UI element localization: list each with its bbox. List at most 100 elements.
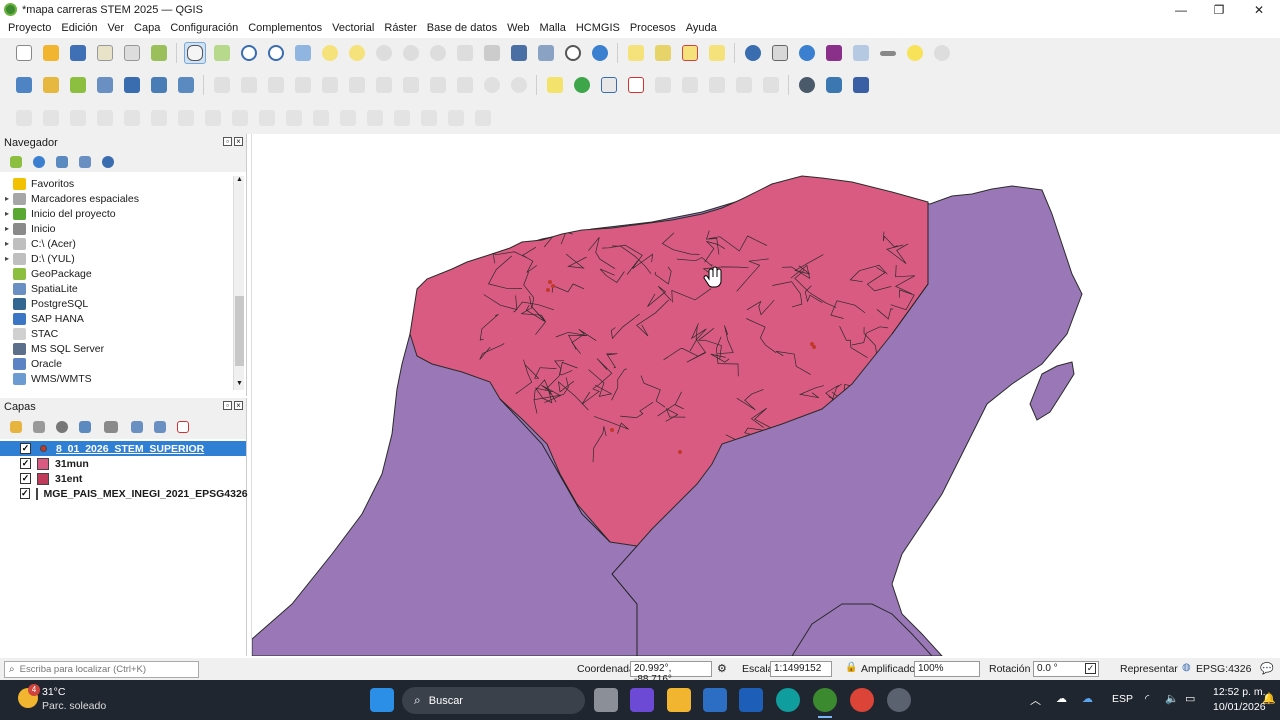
lock-scale-icon[interactable]: 🔒 bbox=[845, 662, 857, 673]
reshape-features-icon[interactable] bbox=[256, 107, 278, 129]
toggle-editing-icon[interactable] bbox=[211, 74, 233, 96]
battery-icon[interactable]: ▭ bbox=[1185, 692, 1195, 705]
magnifier-field[interactable]: 100% bbox=[914, 661, 980, 677]
label-abc-icon[interactable] bbox=[544, 74, 566, 96]
new-3d-map-icon[interactable] bbox=[481, 42, 503, 64]
plugin-globe-icon[interactable] bbox=[796, 74, 818, 96]
refresh-icon[interactable] bbox=[589, 42, 611, 64]
digitize-line-icon[interactable] bbox=[292, 74, 314, 96]
open-project-icon[interactable] bbox=[40, 42, 62, 64]
coordinate-field[interactable]: 20.992°, -88.716° bbox=[630, 661, 712, 685]
navigator-item[interactable]: WMS/WMTS bbox=[1, 371, 233, 386]
rotate-label-icon[interactable] bbox=[706, 74, 728, 96]
add-ring-icon[interactable] bbox=[121, 107, 143, 129]
float-panel-icon[interactable]: ▫ bbox=[223, 137, 232, 146]
windows-start-icon[interactable] bbox=[370, 688, 394, 712]
menu-malla[interactable]: Malla bbox=[540, 22, 566, 34]
style-manager-icon[interactable] bbox=[148, 42, 170, 64]
refresh-navigator-icon[interactable] bbox=[30, 151, 48, 173]
show-hidden-icons-icon[interactable]: ︿ bbox=[1030, 692, 1041, 708]
menu-raster[interactable]: Ráster bbox=[384, 22, 416, 34]
scroll-up-icon[interactable]: ▲ bbox=[235, 176, 244, 186]
move-label-icon[interactable] bbox=[679, 74, 701, 96]
onedrive-icon[interactable]: ☁ bbox=[1056, 692, 1067, 705]
outlook-icon[interactable] bbox=[739, 688, 763, 712]
zoom-next-icon[interactable] bbox=[427, 42, 449, 64]
processing-toolbox-icon[interactable] bbox=[796, 42, 818, 64]
layer-item[interactable]: ✓ 31mun bbox=[0, 456, 246, 471]
menu-edicion[interactable]: Edición bbox=[61, 22, 97, 34]
expand-arrow-icon[interactable]: ▸ bbox=[1, 209, 13, 218]
menu-complementos[interactable]: Complementos bbox=[248, 22, 322, 34]
data-source-manager-icon[interactable] bbox=[13, 74, 35, 96]
merge-features-icon[interactable] bbox=[364, 107, 386, 129]
delete-ring-icon[interactable] bbox=[202, 107, 224, 129]
change-label-icon[interactable] bbox=[733, 74, 755, 96]
split-parts-icon[interactable] bbox=[337, 107, 359, 129]
filter-legend-expression-icon[interactable] bbox=[99, 416, 123, 438]
weather-temp[interactable]: 31°C bbox=[42, 686, 65, 698]
navigator-item[interactable]: ▸ Marcadores espaciales bbox=[1, 191, 233, 206]
layer-item[interactable]: ✓ MGE_PAIS_MEX_INEGI_2021_EPSG4326 bbox=[0, 486, 248, 501]
offset-curve-icon[interactable] bbox=[283, 107, 305, 129]
field-calculator-icon[interactable] bbox=[850, 42, 872, 64]
navigator-item[interactable]: SpatiaLite bbox=[1, 281, 233, 296]
zoom-full-icon[interactable] bbox=[292, 42, 314, 64]
merge-attributes-icon[interactable] bbox=[391, 107, 413, 129]
menu-vectorial[interactable]: Vectorial bbox=[332, 22, 374, 34]
new-print-layout-icon[interactable] bbox=[94, 42, 116, 64]
settings-gear-icon[interactable] bbox=[887, 688, 911, 712]
pan-to-selection-icon[interactable] bbox=[211, 42, 233, 64]
advanced-digitize-icon[interactable] bbox=[13, 107, 35, 129]
help-icon[interactable] bbox=[850, 74, 872, 96]
filter-legend-icon[interactable] bbox=[76, 416, 94, 438]
chrome-icon[interactable] bbox=[850, 688, 874, 712]
modify-attributes-icon[interactable] bbox=[346, 74, 368, 96]
clock-date[interactable]: 10/01/2026 bbox=[1213, 701, 1266, 713]
zoom-in-icon[interactable] bbox=[238, 42, 260, 64]
show-bookmarks-icon[interactable] bbox=[535, 42, 557, 64]
render-checkbox[interactable]: ✓ bbox=[1085, 663, 1096, 674]
menu-ver[interactable]: Ver bbox=[108, 22, 125, 34]
navigator-item[interactable]: STAC bbox=[1, 326, 233, 341]
delete-selected-icon[interactable] bbox=[373, 74, 395, 96]
layer-visibility-checkbox[interactable]: ✓ bbox=[20, 458, 31, 469]
close-panel-icon[interactable]: × bbox=[234, 137, 243, 146]
pan-map-icon[interactable] bbox=[183, 42, 206, 64]
zoom-native-icon[interactable] bbox=[373, 42, 395, 64]
menu-base-de-datos[interactable]: Base de datos bbox=[427, 22, 497, 34]
crs-globe-icon[interactable]: ◍ bbox=[1182, 662, 1191, 673]
menu-procesos[interactable]: Procesos bbox=[630, 22, 676, 34]
layer-styling-icon[interactable] bbox=[7, 416, 25, 438]
manage-map-themes-icon[interactable] bbox=[53, 416, 71, 438]
temporal-controller-icon[interactable] bbox=[562, 42, 584, 64]
paste-features-icon[interactable] bbox=[454, 74, 476, 96]
float-layers-panel-icon[interactable]: ▫ bbox=[223, 401, 232, 410]
delete-part-icon[interactable] bbox=[229, 107, 251, 129]
zoom-to-layer-icon[interactable] bbox=[346, 42, 368, 64]
volume-icon[interactable]: 🔈 bbox=[1165, 692, 1179, 705]
add-wfs-layer-icon[interactable] bbox=[175, 74, 197, 96]
layer-visibility-checkbox[interactable]: ✓ bbox=[20, 443, 31, 454]
redo-icon[interactable] bbox=[508, 74, 530, 96]
vertex-tool-icon[interactable] bbox=[319, 74, 341, 96]
select-features-icon[interactable] bbox=[625, 42, 647, 64]
scroll-thumb[interactable] bbox=[235, 296, 244, 366]
navigator-item[interactable]: MS SQL Server bbox=[1, 341, 233, 356]
menu-capa[interactable]: Capa bbox=[134, 22, 160, 34]
close-button[interactable]: ✕ bbox=[1240, 0, 1278, 19]
edge-icon[interactable] bbox=[776, 688, 800, 712]
offset-point-icon[interactable] bbox=[445, 107, 467, 129]
fill-ring-icon[interactable] bbox=[175, 107, 197, 129]
add-group-icon[interactable] bbox=[30, 416, 48, 438]
locator-search[interactable]: ⌕ bbox=[4, 661, 199, 678]
filter-browser-icon[interactable] bbox=[53, 151, 71, 173]
navigator-item[interactable]: SAP HANA bbox=[1, 311, 233, 326]
navigator-item[interactable]: ▸ C:\ (Acer) bbox=[1, 236, 233, 251]
expand-arrow-icon[interactable]: ▸ bbox=[1, 224, 13, 233]
toggle-extents-icon[interactable]: ⚙ bbox=[717, 662, 727, 675]
cloud-sync-icon[interactable]: ☁ bbox=[1082, 692, 1093, 705]
microsoft-store-icon[interactable] bbox=[703, 688, 727, 712]
close-layers-panel-icon[interactable]: × bbox=[234, 401, 243, 410]
add-selected-layers-icon[interactable] bbox=[7, 151, 25, 173]
